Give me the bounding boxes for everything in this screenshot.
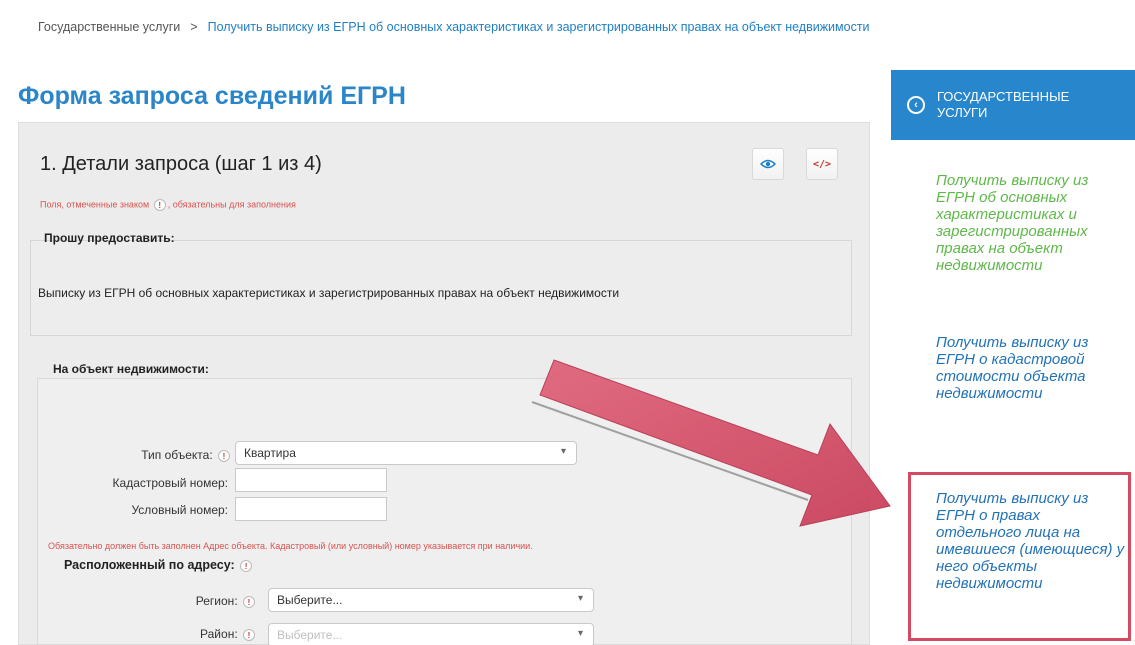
red-arrow-annotation <box>531 359 891 527</box>
arrow-shape <box>539 359 891 527</box>
